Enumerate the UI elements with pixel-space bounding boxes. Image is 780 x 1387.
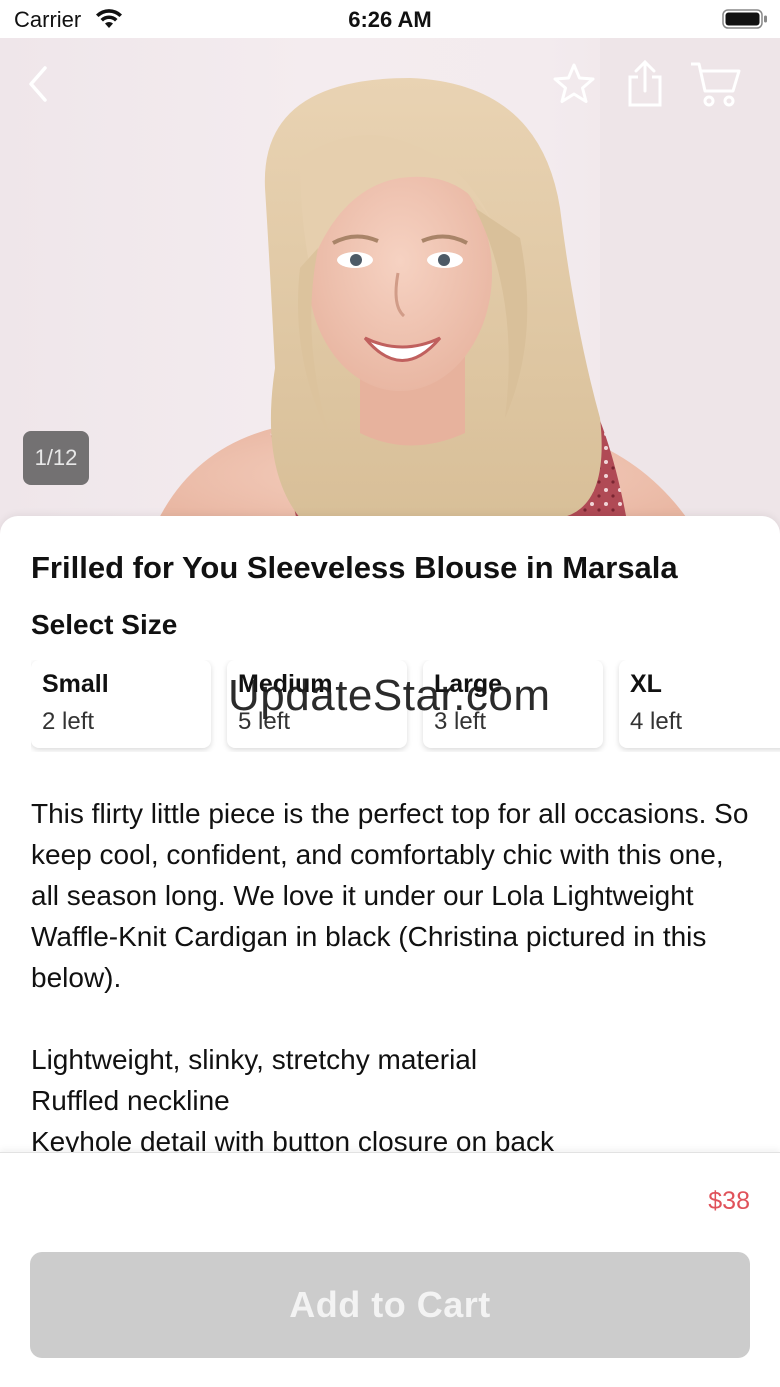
status-time: 6:26 AM <box>348 7 432 32</box>
description-paragraph: This flirty little piece is the perfect … <box>31 798 749 993</box>
add-to-cart-button[interactable]: Add to Cart <box>30 1252 750 1358</box>
product-description: This flirty little piece is the perfect … <box>31 793 751 1153</box>
size-stock: 4 left <box>630 708 683 735</box>
purchase-bar: $38 Add to Cart <box>0 1152 780 1387</box>
feature-item: Lightweight, slinky, stretchy material <box>31 1044 478 1075</box>
size-option-small[interactable]: Small 2 left <box>31 660 211 748</box>
feature-item: Ruffled neckline <box>31 1085 230 1116</box>
image-counter: 1/12 <box>23 431 89 485</box>
star-icon[interactable] <box>546 56 602 112</box>
product-price: $38 <box>708 1187 750 1215</box>
size-option-xl[interactable]: XL 4 left <box>619 660 780 748</box>
select-size-label: Select Size <box>31 609 178 640</box>
size-name: Small <box>42 670 109 698</box>
size-option-large[interactable]: Large 3 left <box>423 660 603 748</box>
cart-icon[interactable] <box>688 56 744 112</box>
feature-item: Keyhole detail with button closure on ba… <box>31 1126 554 1153</box>
size-stock: 3 left <box>434 708 487 735</box>
product-photo <box>150 38 780 538</box>
size-name: XL <box>630 670 662 698</box>
size-name: Medium <box>238 670 333 698</box>
product-image-gallery[interactable]: 1/12 <box>0 38 780 538</box>
size-selector[interactable]: Small 2 left Medium 5 left Large 3 left … <box>31 660 780 752</box>
share-icon[interactable] <box>617 56 673 112</box>
size-name: Large <box>434 670 503 698</box>
back-icon[interactable] <box>10 56 66 112</box>
size-stock: 5 left <box>238 708 291 735</box>
battery-icon <box>722 9 767 29</box>
size-stock: 2 left <box>42 708 95 735</box>
status-bar: Carrier 6:26 AM <box>0 0 780 38</box>
size-option-medium[interactable]: Medium 5 left <box>227 660 407 748</box>
product-title: Frilled for You Sleeveless Blouse in Mar… <box>31 550 678 585</box>
